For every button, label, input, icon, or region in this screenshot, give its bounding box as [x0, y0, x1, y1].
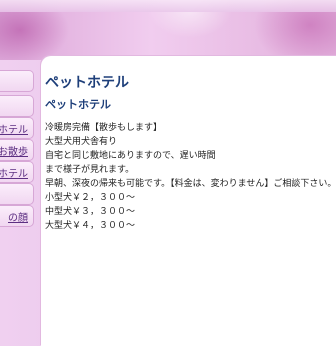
section-subtitle: ペットホテル — [45, 98, 111, 111]
header-strip — [0, 0, 336, 12]
description-line: まで様子が見れます。 — [45, 165, 135, 175]
sidebar-item-3[interactable]: ホテル — [0, 117, 34, 139]
main-content: ペットホテル ペットホテル 冷暖房完備【散歩もします】 大型犬用犬舎有り 自宅と… — [41, 56, 336, 346]
sidebar-item-6[interactable] — [0, 183, 34, 205]
page-title: ペットホテル — [45, 75, 129, 91]
sidebar-item-5[interactable]: ホテル — [0, 161, 34, 183]
description-line: 冷暖房完備【散歩もします】 — [45, 123, 163, 133]
sidebar-item-label: ホテル — [0, 169, 28, 180]
price-line-large: 大型犬￥４，３００〜 — [45, 221, 136, 231]
sidebar-item-4[interactable]: お散歩 — [0, 139, 34, 161]
description-line: 早朝、深夜の帰来も可能です。【料金は、変わりません】ご相談下さい。 — [45, 179, 336, 189]
sidebar-item-7[interactable]: の顔 — [0, 205, 34, 227]
sidebar-item-2[interactable] — [0, 95, 34, 117]
sidebar-item-label: ホテル — [0, 125, 28, 136]
description-text: 冷暖房完備【散歩もします】 大型犬用犬舎有り 自宅と同じ敷地にありますので、遅い… — [45, 121, 336, 233]
description-line: 自宅と同じ敷地にありますので、遅い時間 — [45, 151, 216, 161]
sidebar-item-label: の顔 — [8, 213, 28, 224]
price-line-medium: 中型犬￥３，３００〜 — [45, 207, 136, 217]
sidebar-item-1[interactable] — [0, 70, 34, 92]
sidebar-item-label: お散歩 — [0, 147, 28, 158]
price-line-small: 小型犬￥２，３００〜 — [45, 193, 136, 203]
description-line: 大型犬用犬舎有り — [45, 137, 118, 147]
